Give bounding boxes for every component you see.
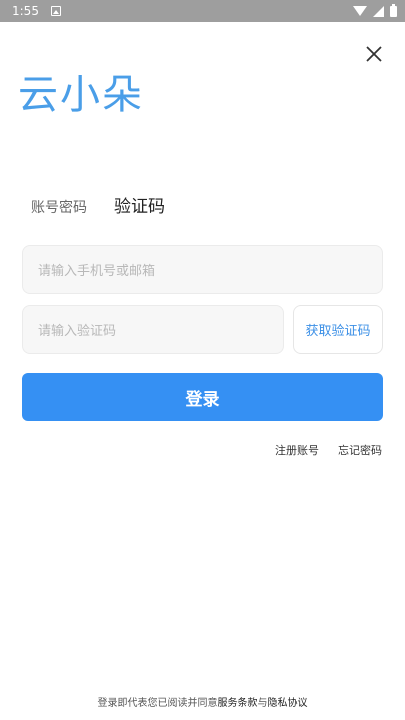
terms-link[interactable]: 服务条款 (218, 698, 258, 709)
close-icon (366, 46, 382, 62)
login-button[interactable]: 登录 (22, 373, 383, 421)
verification-code-placeholder: 请输入验证码 (38, 324, 117, 339)
photo-notification-icon (50, 6, 61, 16)
battery-icon (390, 3, 397, 17)
verification-code-input[interactable]: 请输入验证码 (22, 305, 284, 354)
status-time: 1:55 (12, 4, 39, 18)
register-link[interactable]: 注册账号 (275, 442, 319, 458)
tab-code-login[interactable]: 验证码 (114, 192, 165, 217)
phone-email-placeholder: 请输入手机号或邮箱 (38, 264, 156, 279)
privacy-link[interactable]: 隐私协议 (268, 698, 308, 709)
login-method-tabs: 账号密码 验证码 (31, 192, 165, 217)
status-icons (353, 3, 397, 17)
tab-password-login[interactable]: 账号密码 (31, 197, 87, 217)
status-bar: 1:55 (0, 0, 405, 22)
phone-email-input[interactable]: 请输入手机号或邮箱 (22, 245, 383, 294)
forgot-password-link[interactable]: 忘记密码 (338, 442, 382, 458)
wifi-icon (353, 6, 367, 16)
signal-icon (373, 5, 384, 17)
agreement-prefix: 登录即代表您已阅读并同意 (97, 698, 218, 709)
close-button[interactable] (362, 42, 386, 66)
get-code-button[interactable]: 获取验证码 (293, 305, 383, 354)
app-logo: 云小朵 (18, 72, 144, 118)
agreement-and: 与 (257, 698, 268, 709)
agreement-text: 登录即代表您已阅读并同意服务条款与隐私协议 (0, 694, 405, 709)
